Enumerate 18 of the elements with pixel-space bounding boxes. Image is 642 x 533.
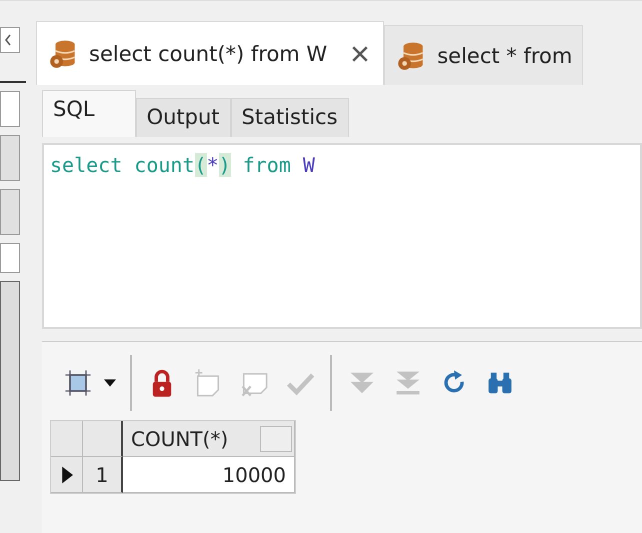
tab[interactable]: SQL (42, 90, 136, 137)
caret-icon (104, 379, 116, 387)
document-tab[interactable]: select * from (384, 25, 584, 85)
sql-editor[interactable]: select count(*) from W (42, 143, 642, 329)
column-header[interactable]: COUNT(*) (123, 421, 295, 457)
row-number-header (83, 421, 123, 457)
tab[interactable]: Output (136, 98, 231, 137)
side-button[interactable] (0, 27, 20, 53)
tab[interactable]: Statistics (230, 98, 349, 137)
side-field[interactable] (0, 91, 20, 127)
sql-code: select count(*) from W (50, 153, 315, 177)
row-number: 1 (83, 457, 123, 493)
side-dropdown[interactable] (0, 135, 20, 181)
document-tab[interactable]: select count(*) from W (36, 21, 384, 85)
table-cell[interactable]: 10000 (123, 457, 295, 493)
side-dropdown[interactable] (0, 189, 20, 235)
close-icon[interactable] (351, 44, 370, 62)
chevron-icon (4, 34, 12, 46)
